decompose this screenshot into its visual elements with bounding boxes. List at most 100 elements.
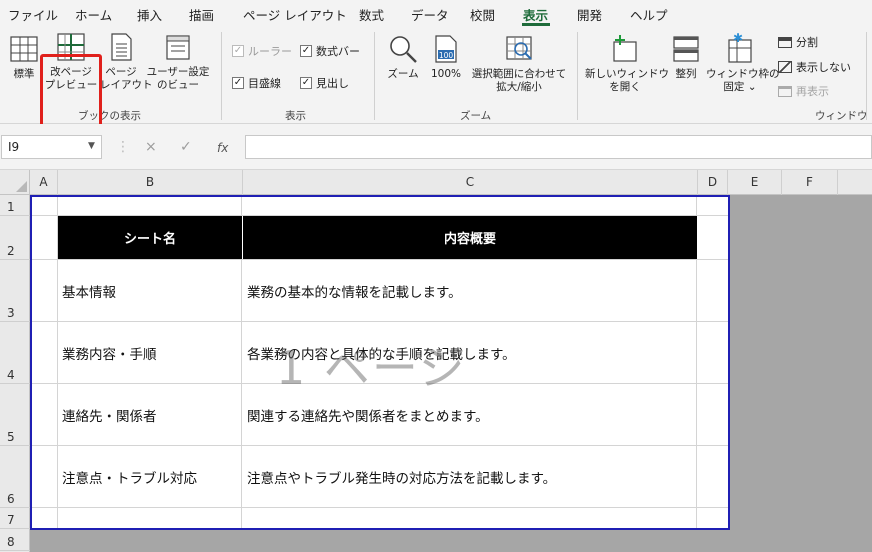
row-header-6[interactable]: 6	[0, 446, 30, 508]
menu-bar: ファイル ホーム 挿入 描画 ページ レイアウト 数式 データ 校閲 表示 開発…	[0, 0, 872, 28]
insert-function-icon[interactable]: fx	[217, 141, 228, 155]
tab-formulas[interactable]: 数式	[359, 5, 384, 24]
zoom-100-button[interactable]: 100 100%	[426, 34, 466, 81]
split-icon	[778, 36, 792, 48]
new-window-label-2: を開く	[609, 81, 641, 93]
gridlines-label: 目盛線	[248, 77, 281, 90]
unhide-window-button[interactable]: 再表示	[778, 83, 829, 99]
row-header-5[interactable]: 5	[0, 384, 30, 446]
freeze-panes-button[interactable]: ✱ ウィンドウ枠の 固定 ⌄	[706, 31, 780, 94]
custom-views-label-1: ユーザー設定	[146, 66, 210, 78]
gridlines-checkbox[interactable]: ✓ 目盛線	[232, 75, 281, 91]
freeze-panes-icon: ✱	[728, 31, 752, 63]
page-layout-view-icon	[111, 33, 132, 61]
normal-view-label: 標準	[13, 68, 35, 80]
tab-insert[interactable]: 挿入	[137, 5, 162, 24]
select-all-triangle-icon	[16, 181, 27, 192]
name-box[interactable]: I9	[1, 135, 102, 159]
check-icon: ✓	[300, 77, 312, 89]
tab-review[interactable]: 校閲	[470, 5, 495, 24]
tab-draw[interactable]: 描画	[189, 5, 214, 24]
row-header-7[interactable]: 7	[0, 508, 30, 529]
unhide-window-icon	[778, 85, 792, 97]
custom-views-icon	[166, 35, 190, 60]
ruler-checkbox[interactable]: ✓ ルーラー	[232, 43, 292, 59]
column-header-e[interactable]: E	[728, 170, 782, 195]
enter-icon[interactable]: ✓	[180, 139, 192, 155]
check-icon: ✓	[232, 77, 244, 89]
normal-view-icon	[10, 36, 38, 62]
hide-window-icon	[778, 61, 792, 73]
formula-bar: I9 ▼ ⋮ × ✓ fx	[0, 124, 872, 170]
column-header-f[interactable]: F	[782, 170, 838, 195]
check-icon: ✓	[300, 45, 312, 57]
print-area-border	[30, 195, 730, 530]
row-header-2[interactable]: 2	[0, 216, 30, 260]
column-header-c[interactable]: C	[243, 170, 698, 195]
split-label: 分割	[796, 36, 818, 49]
row-header-1[interactable]: 1	[0, 195, 30, 216]
column-header-d[interactable]: D	[698, 170, 728, 195]
cancel-icon[interactable]: ×	[145, 139, 157, 155]
new-window-label-1: 新しいウィンドウ	[585, 68, 669, 80]
new-window-button[interactable]: 新しいウィンドウ を開く	[585, 34, 669, 94]
magnifier-icon	[390, 36, 417, 63]
column-headers: A B C D E F	[0, 170, 872, 195]
arrange-icon	[673, 36, 699, 62]
window-group-label: ウィンドウ	[815, 110, 868, 122]
more-options-icon: ⋮	[116, 139, 130, 155]
tab-developer[interactable]: 開発	[577, 5, 602, 24]
zoom-selection-icon	[506, 36, 532, 60]
row-header-8[interactable]: 8	[0, 529, 30, 551]
check-icon: ✓	[232, 45, 244, 57]
zoom-100-icon: 100	[435, 35, 457, 63]
formula-bar-label: 数式バー	[316, 45, 360, 58]
zoom-100-icon-text: 100	[439, 51, 454, 60]
ribbon-separator	[577, 32, 578, 120]
new-window-icon	[613, 35, 637, 62]
page-layout-view-label-2: レイアウト	[100, 79, 153, 91]
ribbon: 標準 改ページ プレビュー ページ レイアウト ユーザー設定 のビュー ブックの…	[0, 28, 872, 132]
arrange-all-button[interactable]: 整列	[668, 34, 704, 81]
chevron-down-icon[interactable]: ▼	[88, 141, 95, 151]
active-tab-underline	[522, 23, 550, 26]
ruler-label: ルーラー	[248, 45, 292, 58]
tab-home[interactable]: ホーム	[75, 5, 112, 24]
ribbon-separator	[866, 32, 867, 120]
custom-views-label-2: のビュー	[157, 79, 199, 91]
custom-views-button[interactable]: ユーザー設定 のビュー	[144, 32, 212, 92]
hide-window-label: 表示しない	[796, 61, 851, 74]
column-header-b[interactable]: B	[58, 170, 243, 195]
ribbon-separator	[374, 32, 375, 120]
page-layout-view-label-1: ページ	[105, 66, 137, 78]
tab-help[interactable]: ヘルプ	[630, 5, 668, 24]
ribbon-separator	[221, 32, 222, 120]
svg-text:✱: ✱	[733, 32, 743, 45]
split-button[interactable]: 分割	[778, 34, 818, 50]
unhide-window-label: 再表示	[796, 85, 829, 98]
zoom-to-selection-button[interactable]: 選択範囲に合わせて 拡大/縮小	[468, 34, 570, 94]
headings-label: 見出し	[316, 77, 349, 90]
zoom-selection-label-2: 拡大/縮小	[496, 81, 542, 93]
headings-checkbox[interactable]: ✓ 見出し	[300, 75, 349, 91]
tab-data[interactable]: データ	[411, 5, 449, 24]
show-group-label: 表示	[285, 110, 306, 122]
zoom-selection-label-1: 選択範囲に合わせて	[471, 68, 567, 80]
tab-page-layout[interactable]: ページ レイアウト	[243, 5, 347, 24]
column-header-a[interactable]: A	[30, 170, 58, 195]
row-header-3[interactable]: 3	[0, 260, 30, 322]
arrange-label: 整列	[675, 68, 697, 80]
zoom-group-label: ズーム	[460, 110, 492, 122]
zoom-button[interactable]: ズーム	[384, 34, 422, 81]
freeze-panes-label-2: 固定 ⌄	[723, 81, 757, 93]
formula-bar-checkbox[interactable]: ✓ 数式バー	[300, 43, 360, 59]
page-break-preview-highlight	[40, 54, 102, 132]
tab-view[interactable]: 表示	[523, 5, 548, 24]
hide-window-button[interactable]: 表示しない	[778, 59, 851, 75]
tab-file[interactable]: ファイル	[8, 5, 58, 24]
zoom-100-label: 100%	[430, 68, 462, 80]
page-layout-view-button[interactable]: ページ レイアウト	[100, 32, 153, 92]
formula-input[interactable]	[245, 135, 872, 159]
normal-view-button[interactable]: 標準	[6, 34, 42, 81]
row-header-4[interactable]: 4	[0, 322, 30, 384]
